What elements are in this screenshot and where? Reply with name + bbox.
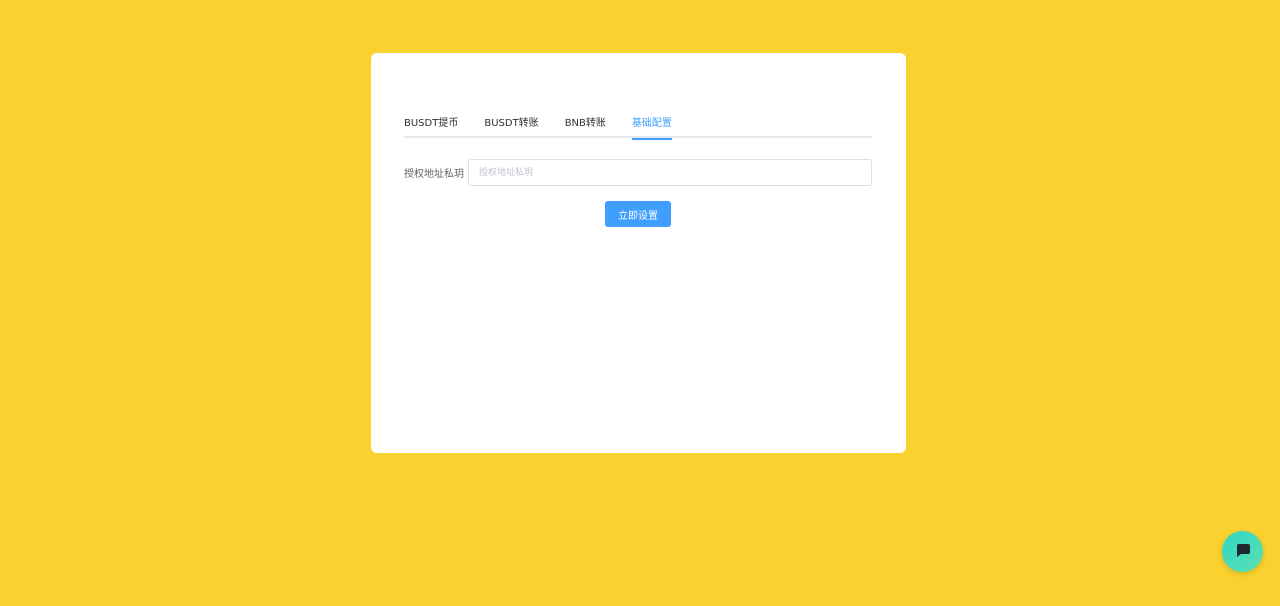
chat-bubble-icon [1235,542,1251,562]
private-key-row: 授权地址私玥 [404,159,872,186]
chat-button[interactable] [1222,531,1263,572]
tab-bar: BUSDT提币 BUSDT转账 BNB转账 基础配置 [404,115,872,140]
tab-busdt-transfer[interactable]: BUSDT转账 [484,115,538,138]
tab-basic-config[interactable]: 基础配置 [631,115,672,140]
private-key-label: 授权地址私玥 [404,169,464,180]
tab-bnb-transfer[interactable]: BNB转账 [565,115,606,138]
private-key-input[interactable] [468,159,872,186]
tab-busdt-withdraw[interactable]: BUSDT提币 [404,115,458,138]
settings-card: BUSDT提币 BUSDT转账 BNB转账 基础配置 授权地址私玥 立即设置 [371,53,906,453]
submit-button[interactable]: 立即设置 [605,201,671,227]
